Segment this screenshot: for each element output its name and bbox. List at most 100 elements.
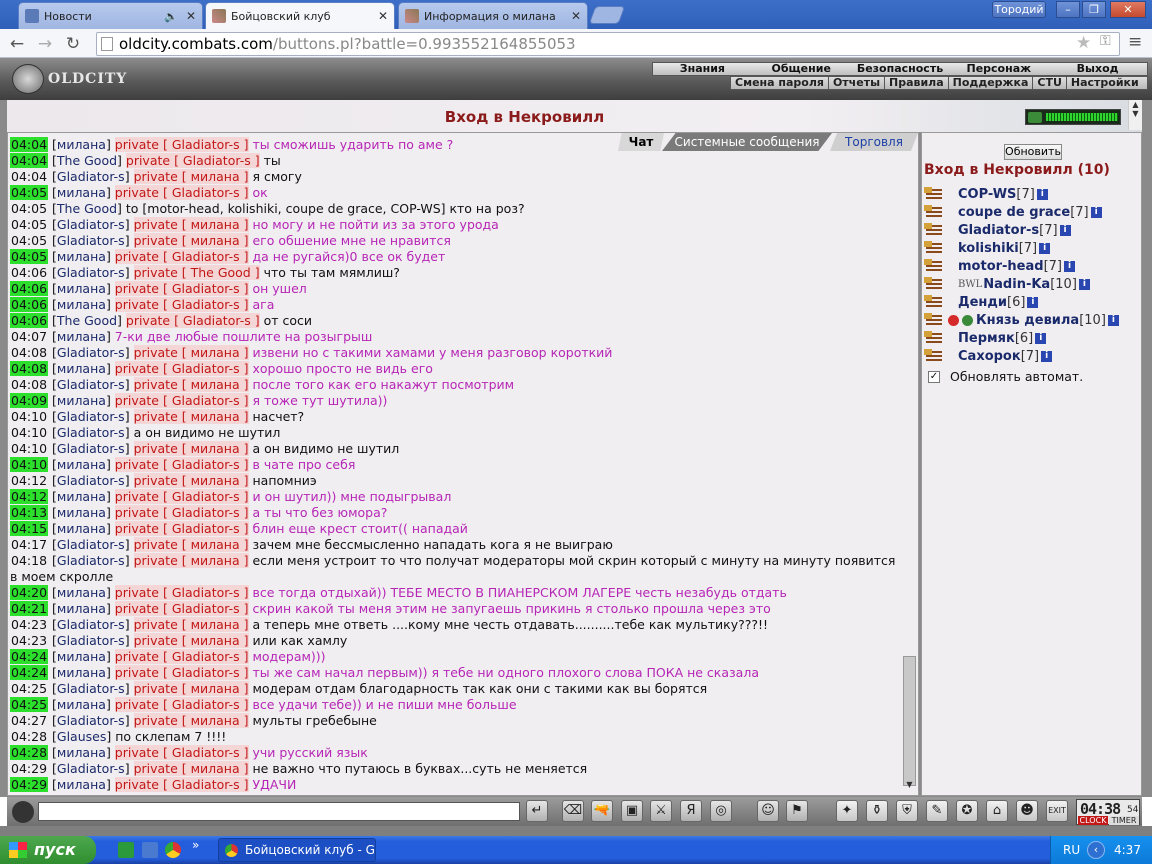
user-name[interactable]: coupe de grace (958, 205, 1070, 220)
skills-icon[interactable]: ✦ (836, 800, 858, 822)
chat-nick[interactable]: Gladiator-s (57, 265, 125, 280)
chat-nick[interactable]: милана (57, 601, 106, 616)
chat-private-tag[interactable]: private [ Gladiator-s ] (114, 601, 249, 616)
chat-nick[interactable]: Gladiator-s (57, 473, 125, 488)
taskbar-window-item[interactable]: Бойцовский клуб - G... (218, 838, 376, 862)
user-name[interactable]: Пермяк (958, 331, 1015, 346)
chat-nick[interactable]: Glauses (57, 729, 106, 744)
chat-time[interactable]: 04:27 (10, 713, 48, 728)
refresh-button[interactable]: Обновить (1004, 144, 1062, 160)
chrome-icon[interactable] (165, 842, 181, 858)
chat-time[interactable]: 04:08 (10, 345, 48, 360)
chat-private-tag[interactable]: private [ милана ] (133, 681, 249, 696)
user-name[interactable]: motor-head (958, 259, 1044, 274)
friends-icon[interactable]: ☻ (1016, 800, 1038, 822)
window-close-button[interactable]: ✕ (1110, 1, 1146, 18)
chat-time[interactable]: 04:10 (10, 457, 49, 472)
chat-nick[interactable]: Gladiator-s (57, 617, 125, 632)
info-icon[interactable]: i (1090, 206, 1102, 218)
chat-private-tag[interactable]: private [ милана ] (133, 633, 249, 648)
chat-time[interactable]: 04:13 (10, 505, 49, 520)
chat-nick[interactable]: милана (57, 249, 106, 264)
chat-time[interactable]: 04:18 (10, 553, 48, 568)
chat-private-tag[interactable]: private [ Gladiator-s ] (114, 521, 249, 536)
bookmark-star-icon[interactable]: ★ (1076, 33, 1091, 53)
tab-trade[interactable]: Торговля (830, 133, 918, 151)
chat-time[interactable]: 04:07 (10, 329, 48, 344)
chat-nick[interactable]: милана (57, 649, 106, 664)
chat-private-tag[interactable]: private [ милана ] (133, 345, 249, 360)
user-name[interactable]: kolishiki (958, 241, 1019, 256)
chat-time[interactable]: 04:05 (10, 233, 48, 248)
chat-nick[interactable]: милана (57, 697, 106, 712)
menu-character[interactable]: Персонаж (949, 63, 1048, 75)
chat-nick[interactable]: милана (57, 185, 106, 200)
chat-time[interactable]: 04:21 (10, 601, 49, 616)
chat-private-tag[interactable]: private [ милана ] (133, 377, 249, 392)
chat-time[interactable]: 04:09 (10, 393, 49, 408)
chat-nick[interactable]: Gladiator-s (57, 537, 125, 552)
private-message-icon[interactable] (924, 259, 946, 273)
chat-private-tag[interactable]: private [ милана ] (133, 473, 249, 488)
minimize-button[interactable]: – (1056, 1, 1080, 18)
user-name[interactable]: Князь девила (976, 313, 1079, 328)
chat-nick[interactable]: милана (57, 521, 106, 536)
chat-nick[interactable]: милана (57, 665, 106, 680)
save-icon[interactable]: ▣ (621, 800, 643, 822)
back-icon[interactable]: ← (6, 33, 28, 55)
chat-nick[interactable]: милана (57, 393, 106, 408)
chat-nick[interactable]: The Good (57, 153, 117, 168)
chat-time[interactable]: 04:28 (10, 729, 48, 744)
submenu-ctu[interactable]: CTU (1033, 77, 1067, 89)
chat-private-tag[interactable]: private [ Gladiator-s ] (114, 457, 249, 472)
user-name[interactable]: Gladiator-s (958, 223, 1039, 238)
info-icon[interactable]: i (1035, 332, 1047, 344)
tab-fight-club[interactable]: Бойцовский клуб ✕ (205, 2, 395, 29)
chat-private-tag[interactable]: private [ милана ] (133, 761, 249, 776)
info-icon[interactable]: i (1036, 188, 1048, 200)
chat-time[interactable]: 04:24 (10, 665, 49, 680)
translit-icon[interactable]: Я (680, 800, 702, 822)
chevron-icon[interactable]: » (192, 838, 199, 852)
tab-system-messages[interactable]: Системные сообщения (662, 133, 832, 151)
info-icon[interactable]: i (1107, 314, 1119, 326)
chat-time[interactable]: 04:05 (10, 201, 48, 216)
tab-chat[interactable]: Чат (618, 133, 664, 151)
chat-private-tag[interactable]: private [ милана ] (133, 233, 249, 248)
chat-nick[interactable]: милана (57, 457, 106, 472)
private-message-icon[interactable] (924, 349, 946, 363)
chat-private-tag[interactable]: private [ Gladiator-s ] (114, 777, 249, 792)
chat-time[interactable]: 04:20 (10, 585, 49, 600)
restore-button[interactable]: ❐ (1082, 1, 1106, 18)
chat-private-tag[interactable]: private [ милана ] (133, 553, 249, 568)
chat-time[interactable]: 04:04 (10, 153, 49, 168)
clock-toggle[interactable]: CLOCK (1078, 816, 1108, 825)
chat-nick[interactable]: Gladiator-s (57, 681, 125, 696)
info-icon[interactable]: i (1041, 350, 1053, 362)
user-name[interactable]: Сахорок (958, 349, 1021, 364)
info-icon[interactable]: i (1064, 260, 1076, 272)
chat-private-tag[interactable]: private [ милана ] (133, 441, 249, 456)
chat-nick[interactable]: милана (57, 745, 106, 760)
private-message-icon[interactable] (924, 205, 946, 219)
close-tab-icon[interactable]: ✕ (571, 9, 581, 23)
chat-time[interactable]: 04:29 (10, 777, 49, 792)
quicklaunch-icon[interactable] (118, 842, 134, 858)
private-message-icon[interactable] (924, 223, 946, 237)
chat-private-tag[interactable]: private [ Gladiator-s ] (114, 585, 249, 600)
chat-private-tag[interactable]: private [ милана ] (133, 537, 249, 552)
submenu-settings[interactable]: Настройки (1067, 77, 1143, 89)
chat-time[interactable]: 04:29 (10, 761, 48, 776)
fighter-icon[interactable]: ⚔ (650, 800, 672, 822)
chat-time[interactable]: 04:23 (10, 633, 48, 648)
private-message-icon[interactable] (924, 187, 946, 201)
eraser-icon[interactable]: ⌫ (562, 800, 584, 822)
chat-nick[interactable]: милана (57, 489, 106, 504)
chat-nick[interactable]: милана (57, 297, 106, 312)
chat-private-tag[interactable]: private [ Gladiator-s ] (114, 361, 249, 376)
chat-time[interactable]: 04:10 (10, 441, 48, 456)
close-tab-icon[interactable]: ✕ (378, 9, 388, 23)
chat-time[interactable]: 04:04 (10, 137, 49, 152)
submenu-rules[interactable]: Правила (885, 77, 949, 89)
chat-nick[interactable]: Gladiator-s (57, 441, 125, 456)
